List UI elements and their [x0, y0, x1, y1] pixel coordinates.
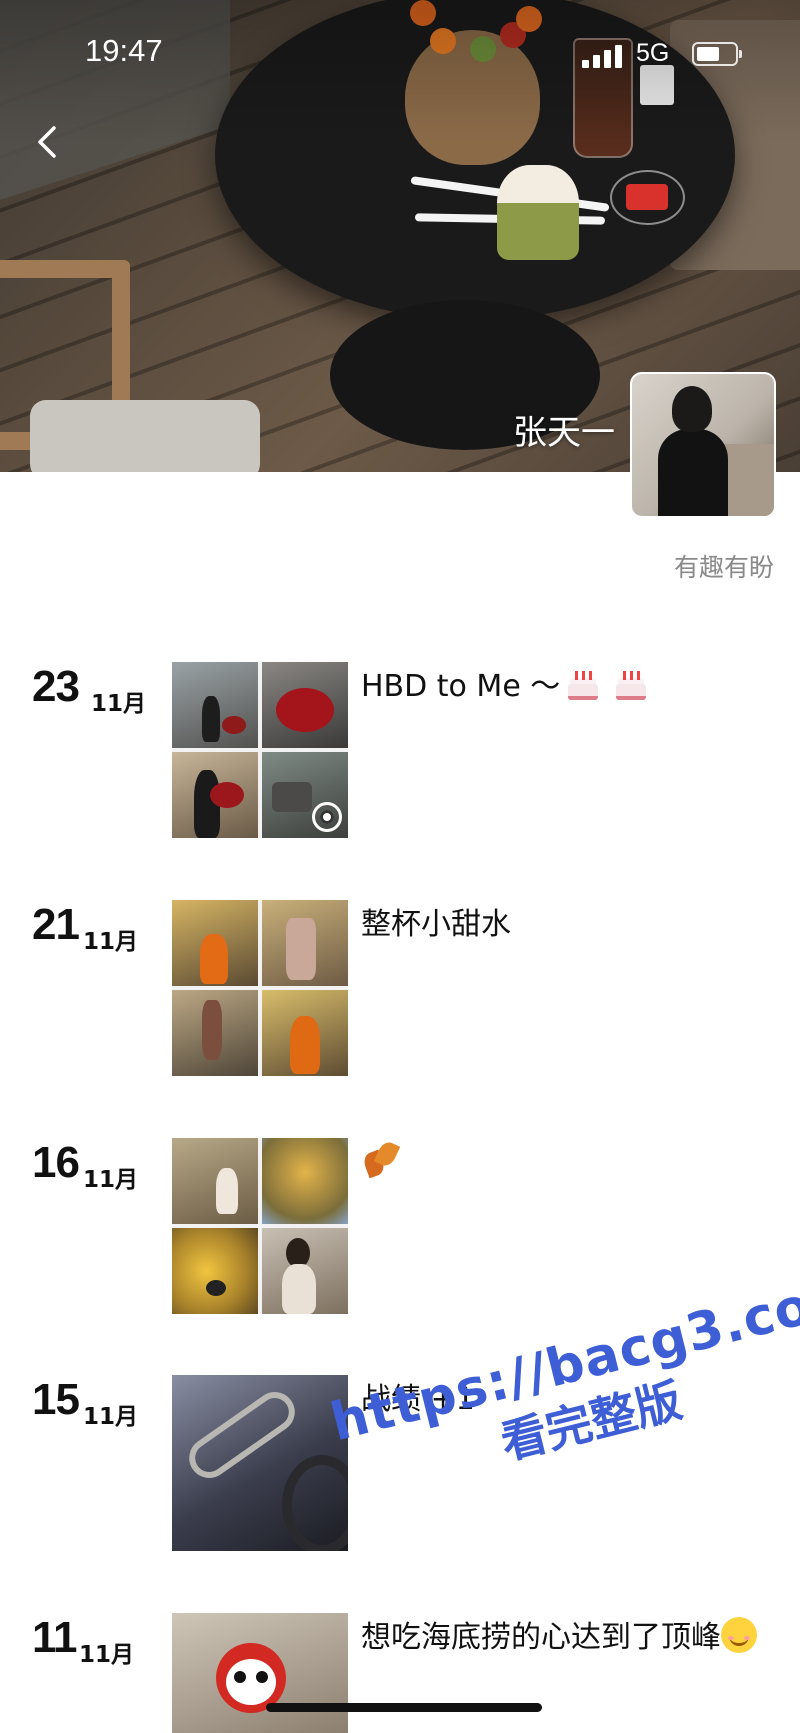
post-image[interactable] — [172, 1228, 258, 1314]
post-image-grid[interactable] — [172, 662, 348, 838]
post-image[interactable] — [262, 900, 348, 986]
post-image[interactable] — [172, 900, 258, 986]
status-bar: 19:47 5G — [0, 30, 800, 80]
back-button[interactable] — [30, 118, 66, 166]
post-caption — [361, 1138, 771, 1188]
post-caption: 整杯小甜水 — [361, 907, 511, 942]
post-day: 11 — [32, 1613, 78, 1662]
smiling-face-icon — [721, 1617, 757, 1653]
signal-icon — [582, 44, 628, 68]
status-time: 19:47 — [85, 33, 163, 68]
post-image[interactable] — [172, 662, 258, 748]
post-image[interactable] — [262, 1138, 348, 1224]
post-image[interactable] — [172, 990, 258, 1076]
post-image[interactable] — [262, 662, 348, 748]
post-day: 21 — [32, 900, 80, 949]
post-day: 15 — [32, 1375, 80, 1424]
post-month: 11月 — [83, 1167, 139, 1193]
birthday-cake-icon — [566, 668, 600, 702]
post-image[interactable] — [262, 752, 348, 838]
network-type: 5G — [636, 39, 670, 67]
profile-signature: 有趣有盼 — [673, 553, 774, 582]
post-image-grid[interactable] — [172, 900, 348, 1076]
post-month: 11月 — [79, 1642, 135, 1668]
post-image[interactable] — [262, 990, 348, 1076]
post-month: 11月 — [91, 691, 147, 717]
profile-name: 张天一 — [513, 413, 615, 453]
fallen-leaves-icon — [361, 1138, 401, 1179]
post-month: 11月 — [83, 1404, 139, 1430]
post-image-grid[interactable] — [172, 1138, 348, 1314]
post-caption: 想吃海底捞的心达到了顶峰 — [361, 1613, 771, 1663]
chevron-left-icon — [38, 126, 56, 158]
post-day: 23 — [32, 662, 80, 711]
avatar[interactable] — [630, 372, 776, 518]
post-image[interactable] — [172, 752, 258, 838]
post-image[interactable] — [172, 1138, 258, 1224]
post-day: 16 — [32, 1138, 80, 1187]
live-photo-icon — [312, 802, 342, 832]
post-image[interactable] — [262, 1228, 348, 1314]
post-month: 11月 — [83, 929, 139, 955]
home-indicator[interactable] — [266, 1703, 542, 1712]
watermark: https://bacg3.com 看完整版 — [325, 1262, 800, 1569]
battery-icon — [692, 42, 742, 66]
post-image[interactable] — [172, 1375, 348, 1551]
post-caption: HBD to Me ～ — [361, 662, 771, 712]
post-image[interactable] — [172, 1613, 348, 1733]
birthday-cake-icon — [614, 668, 648, 702]
